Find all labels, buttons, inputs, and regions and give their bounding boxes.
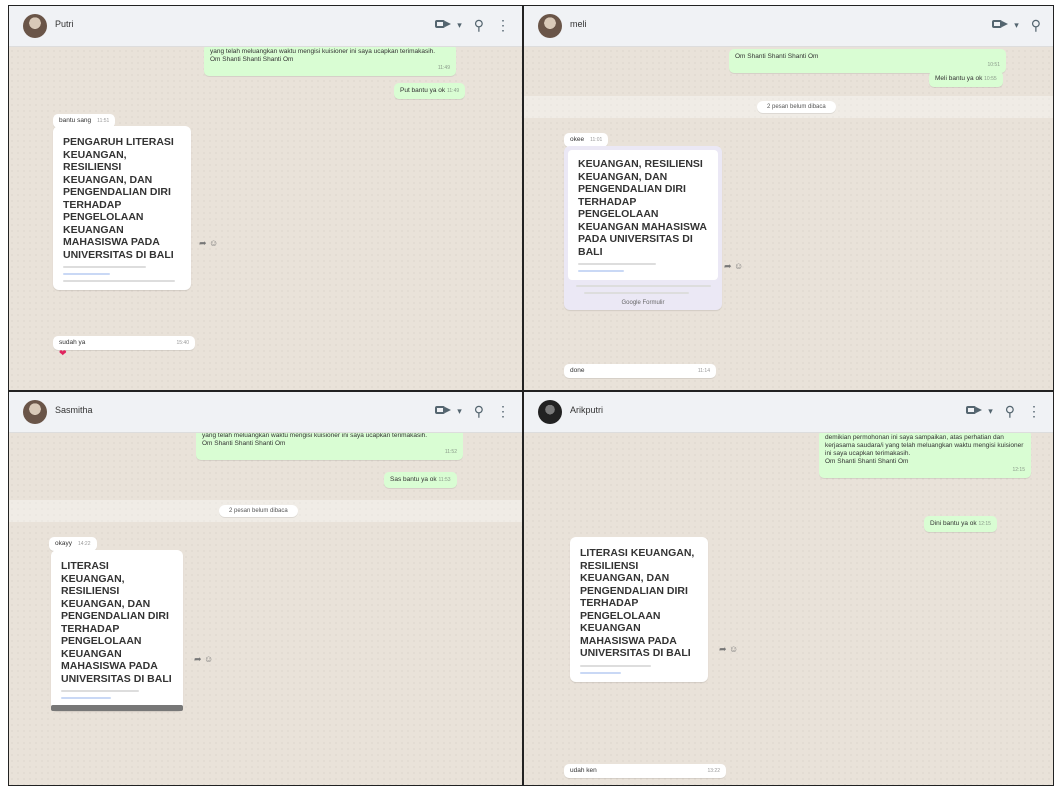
video-call-icon[interactable] [966,403,984,419]
forward-icon[interactable]: ➦ ☺ [199,238,218,249]
contact-name[interactable]: Sasmitha [55,405,93,415]
incoming-message[interactable]: udah ken 13:22 [564,764,726,778]
search-icon[interactable]: ⚲ [1031,17,1041,33]
google-form-card[interactable]: LITERASI KEUANGAN, RESILIENSI KEUANGAN, … [51,550,183,711]
outgoing-message[interactable]: Put bantu ya ok 11:49 [394,83,466,99]
forward-icon[interactable]: ➦ ☺ [194,654,213,665]
chat-header: Putri ▾ ⚲ ⋮ [9,6,522,47]
chat-panel-sasmitha: Sasmitha ▾ ⚲ ⋮ yang telah meluangkan wak… [9,392,522,785]
outgoing-message[interactable]: yang telah meluangkan waktu mengisi kuis… [204,44,456,76]
google-form-card[interactable]: KEUANGAN, RESILIENSI KEUANGAN, DAN PENGE… [564,146,722,310]
outgoing-message[interactable]: Sas bantu ya ok 11:53 [384,472,457,488]
chat-panel-meli: meli ▾ ⚲ Om Shanti Shanti Shanti Om 10:5… [524,6,1053,390]
chat-header: Arikputri ▾ ⚲ ⋮ [524,392,1053,433]
incoming-message[interactable]: okee 11:01 [564,133,609,147]
search-icon[interactable]: ⚲ [474,403,484,419]
google-form-card[interactable]: PENGARUH LITERASI KEUANGAN, RESILIENSI K… [53,126,191,290]
chevron-down-icon[interactable]: ▾ [457,406,462,417]
chat-header: meli ▾ ⚲ [524,6,1053,47]
avatar[interactable] [23,14,47,38]
more-vertical-icon[interactable]: ⋮ [496,17,510,33]
more-vertical-icon[interactable]: ⋮ [1027,403,1041,419]
outgoing-message[interactable]: demikian permohonan ini saya sampaikan, … [819,430,1031,478]
contact-name[interactable]: meli [570,19,587,29]
video-call-icon[interactable] [435,403,453,419]
incoming-message[interactable]: okayy 14:22 [49,537,97,551]
unread-notice: 2 pesan belum dibaca [219,505,298,517]
chat-panel-putri: Putri ▾ ⚲ ⋮ yang telah meluangkan waktu … [9,6,522,390]
chat-panel-arikputri: Arikputri ▾ ⚲ ⋮ demikian permohonan ini … [524,392,1053,785]
outgoing-message[interactable]: Dini bantu ya ok 12:15 [924,516,997,532]
unread-notice: 2 pesan belum dibaca [757,101,836,113]
incoming-message[interactable]: done 11:14 [564,364,716,378]
forward-icon[interactable]: ➦ ☺ [719,644,738,655]
video-call-icon[interactable] [992,17,1010,33]
avatar[interactable] [23,400,47,424]
form-title: LITERASI KEUANGAN, RESILIENSI KEUANGAN, … [580,547,695,659]
avatar[interactable] [538,14,562,38]
form-title: LITERASI KEUANGAN, RESILIENSI KEUANGAN, … [61,560,172,685]
form-title: PENGARUH LITERASI KEUANGAN, RESILIENSI K… [63,136,174,261]
chevron-down-icon[interactable]: ▾ [988,406,993,417]
google-forms-label: Google Formulir [621,300,665,306]
video-call-icon[interactable] [435,17,453,33]
search-icon[interactable]: ⚲ [1005,403,1015,419]
form-title: KEUANGAN, RESILIENSI KEUANGAN, DAN PENGE… [578,158,707,258]
google-form-card[interactable]: LITERASI KEUANGAN, RESILIENSI KEUANGAN, … [570,537,708,682]
outgoing-message[interactable]: Om Shanti Shanti Shanti Om 10:51 [729,49,1006,73]
forward-icon[interactable]: ➦ ☺ [724,261,743,272]
chat-header: Sasmitha ▾ ⚲ ⋮ [9,392,522,433]
outgoing-message[interactable]: Meli bantu ya ok 10:55 [929,71,1003,87]
chevron-down-icon[interactable]: ▾ [1014,20,1019,31]
search-icon[interactable]: ⚲ [474,17,484,33]
contact-name[interactable]: Putri [55,19,74,29]
chevron-down-icon[interactable]: ▾ [457,20,462,31]
contact-name[interactable]: Arikputri [570,405,603,415]
avatar[interactable] [538,400,562,424]
reaction-heart-icon[interactable]: ❤ [59,348,67,359]
incoming-message[interactable]: sudah ya 15:40 [53,336,195,350]
more-vertical-icon[interactable]: ⋮ [496,403,510,419]
